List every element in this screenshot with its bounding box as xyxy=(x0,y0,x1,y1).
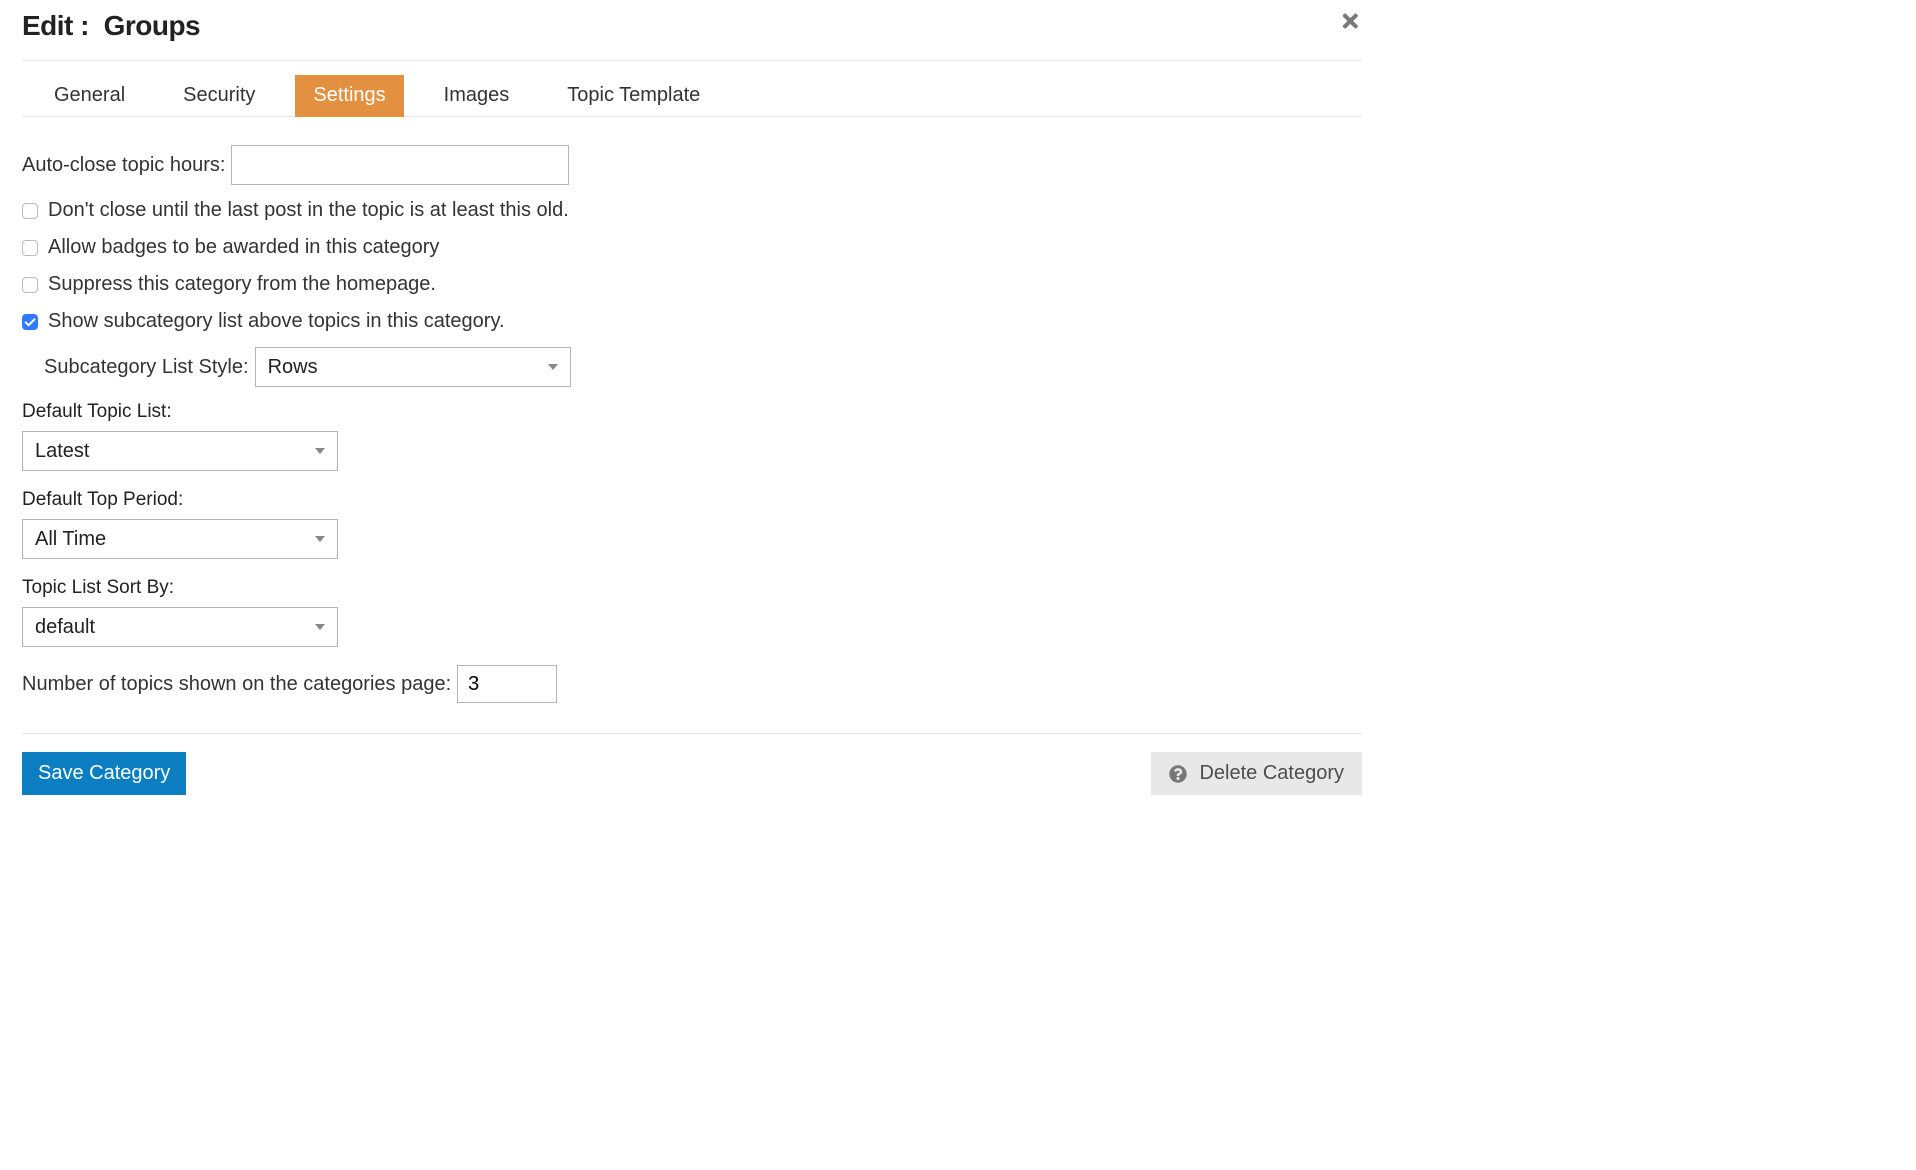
tab-general[interactable]: General xyxy=(36,75,143,117)
default-topic-list-label: Default Topic List: xyxy=(22,401,172,423)
delete-button[interactable]: Delete Category xyxy=(1151,752,1362,795)
tab-images[interactable]: Images xyxy=(426,75,528,117)
dont-close-row[interactable]: Don't close until the last post in the t… xyxy=(22,199,1362,222)
allow-badges-checkbox[interactable] xyxy=(22,240,38,256)
auto-close-row: Auto-close topic hours: xyxy=(22,145,1362,185)
settings-panel: Auto-close topic hours: Don't close unti… xyxy=(22,117,1362,733)
tab-topic-template[interactable]: Topic Template xyxy=(549,75,718,117)
suppress-checkbox[interactable] xyxy=(22,277,38,293)
subcat-style-select[interactable]: Rows xyxy=(255,347,571,387)
question-circle-icon xyxy=(1169,765,1187,783)
tab-bar: General Security Settings Images Topic T… xyxy=(22,61,1362,117)
title-prefix: Edit : xyxy=(22,10,96,41)
auto-close-label: Auto-close topic hours: xyxy=(22,154,225,177)
close-icon[interactable] xyxy=(1340,10,1362,32)
default-top-period-row: Default Top Period: All Time xyxy=(22,489,1362,559)
tab-security[interactable]: Security xyxy=(165,75,273,117)
subcat-style-label: Subcategory List Style: xyxy=(44,356,249,379)
default-top-period-label: Default Top Period: xyxy=(22,489,183,511)
dont-close-label: Don't close until the last post in the t… xyxy=(48,199,569,222)
num-topics-label: Number of topics shown on the categories… xyxy=(22,673,451,696)
page-title: Edit : Groups xyxy=(22,10,200,42)
chevron-down-icon xyxy=(315,448,325,454)
dont-close-checkbox[interactable] xyxy=(22,203,38,219)
sort-by-select[interactable]: default xyxy=(22,607,338,647)
edit-category-modal: Edit : Groups General Security Settings … xyxy=(0,0,1384,813)
default-top-period-select[interactable]: All Time xyxy=(22,519,338,559)
num-topics-row: Number of topics shown on the categories… xyxy=(22,665,1362,703)
subcat-style-row: Subcategory List Style: Rows xyxy=(44,347,1362,387)
allow-badges-row[interactable]: Allow badges to be awarded in this categ… xyxy=(22,236,1362,259)
modal-footer: Save Category Delete Category xyxy=(22,733,1362,795)
default-topic-list-value: Latest xyxy=(35,440,89,463)
chevron-down-icon xyxy=(315,624,325,630)
suppress-row[interactable]: Suppress this category from the homepage… xyxy=(22,273,1362,296)
chevron-down-icon xyxy=(548,364,558,370)
allow-badges-label: Allow badges to be awarded in this categ… xyxy=(48,236,439,259)
default-topic-list-select[interactable]: Latest xyxy=(22,431,338,471)
num-topics-input[interactable] xyxy=(457,665,557,703)
default-topic-list-row: Default Topic List: Latest xyxy=(22,401,1362,471)
title-subject: Groups xyxy=(104,10,201,41)
sort-by-label: Topic List Sort By: xyxy=(22,577,174,599)
subcat-style-value: Rows xyxy=(268,356,318,379)
tab-settings[interactable]: Settings xyxy=(295,75,403,117)
modal-header: Edit : Groups xyxy=(22,0,1362,61)
save-button[interactable]: Save Category xyxy=(22,752,186,795)
default-top-period-value: All Time xyxy=(35,528,106,551)
auto-close-input[interactable] xyxy=(231,145,569,185)
show-subcat-checkbox[interactable] xyxy=(22,314,38,330)
show-subcat-label: Show subcategory list above topics in th… xyxy=(48,310,505,333)
sort-by-value: default xyxy=(35,616,95,639)
delete-button-label: Delete Category xyxy=(1199,762,1344,785)
chevron-down-icon xyxy=(315,536,325,542)
sort-by-row: Topic List Sort By: default xyxy=(22,577,1362,647)
suppress-label: Suppress this category from the homepage… xyxy=(48,273,436,296)
show-subcat-row[interactable]: Show subcategory list above topics in th… xyxy=(22,310,1362,333)
